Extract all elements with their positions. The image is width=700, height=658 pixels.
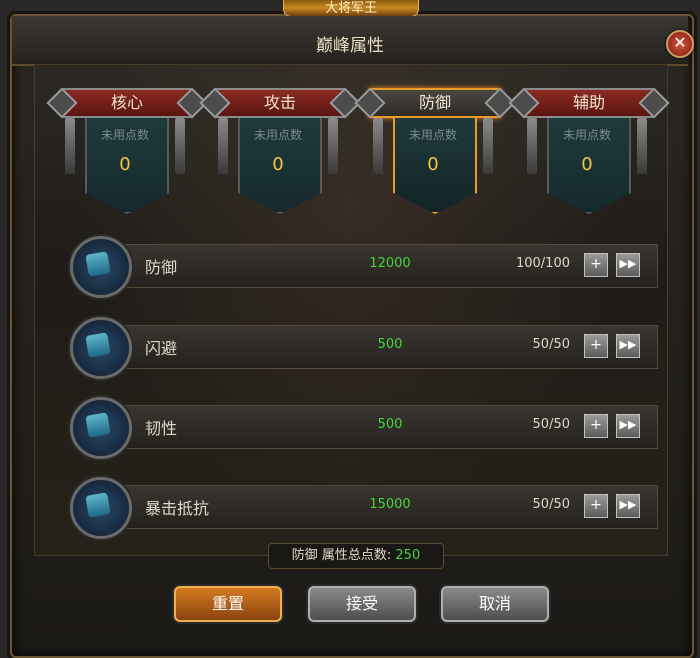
- unused-points-count: 0: [272, 154, 284, 175]
- cancel-button[interactable]: 取消: [441, 586, 549, 622]
- crest-text: 大将军王: [324, 1, 377, 16]
- tassel-left: [527, 118, 537, 174]
- tab-label: 辅助: [523, 88, 655, 118]
- total-points: 防御 属性总点数: 250: [268, 543, 444, 569]
- rune-glyph: [85, 412, 111, 438]
- unused-points-label: 未用点数: [408, 128, 457, 142]
- add-point-button[interactable]: +: [584, 414, 608, 438]
- crit-resist-rune-icon: [70, 477, 132, 539]
- tab-attack[interactable]: 攻击 未用点数 0: [208, 88, 348, 228]
- attribute-name: 暴击抵抗: [145, 499, 210, 518]
- add-point-button[interactable]: +: [584, 494, 608, 518]
- attribute-row-crit-resist: 暴击抵抗 15000 50/50 + ▶▶: [60, 477, 658, 539]
- attribute-level: 100/100: [515, 256, 570, 271]
- dodge-rune-icon: [70, 317, 132, 379]
- title-bar: 巅峰属性: [12, 16, 688, 66]
- tab-label: 防御: [369, 88, 501, 118]
- tassel-left: [373, 118, 383, 174]
- attribute-value: 500: [377, 337, 403, 352]
- rune-glyph: [85, 492, 111, 518]
- unused-points-count: 0: [581, 154, 593, 175]
- attribute-level: 50/50: [532, 497, 570, 512]
- unused-points-label: 未用点数: [253, 128, 302, 142]
- attribute-level: 50/50: [532, 417, 570, 432]
- attribute-row-tenacity: 韧性 500 50/50 + ▶▶: [60, 397, 658, 459]
- tab-support[interactable]: 辅助 未用点数 0: [517, 88, 657, 228]
- tab-core[interactable]: 核心 未用点数 0: [55, 88, 195, 228]
- tab-label: 攻击: [214, 88, 346, 118]
- max-points-button[interactable]: ▶▶: [616, 253, 640, 277]
- reset-button[interactable]: 重置: [174, 586, 282, 622]
- attribute-value: 12000: [369, 256, 411, 271]
- unused-points-count: 0: [119, 154, 131, 175]
- close-button[interactable]: ✕: [666, 30, 694, 58]
- tassel-right: [637, 118, 647, 174]
- dialog-title: 巅峰属性: [316, 36, 384, 56]
- tassel-right: [483, 118, 493, 174]
- unused-points-label: 未用点数: [100, 128, 149, 142]
- tenacity-rune-icon: [70, 397, 132, 459]
- tab-defense[interactable]: 防御 未用点数 0: [363, 88, 503, 228]
- total-points-value: 250: [395, 548, 421, 563]
- unused-points-count: 0: [427, 154, 439, 175]
- max-points-button[interactable]: ▶▶: [616, 334, 640, 358]
- tab-label: 核心: [61, 88, 193, 118]
- title-crest: 大将军王: [283, 0, 419, 17]
- tassel-right: [328, 118, 338, 174]
- accept-button[interactable]: 接受: [308, 586, 416, 622]
- attribute-name: 韧性: [145, 419, 178, 438]
- attribute-row-defense: 防御 12000 100/100 + ▶▶: [60, 236, 658, 298]
- attribute-value: 15000: [369, 497, 411, 512]
- add-point-button[interactable]: +: [584, 253, 608, 277]
- add-point-button[interactable]: +: [584, 334, 608, 358]
- tassel-left: [218, 118, 228, 174]
- tassel-right: [175, 118, 185, 174]
- attribute-row-dodge: 闪避 500 50/50 + ▶▶: [60, 317, 658, 379]
- attribute-name: 闪避: [145, 339, 178, 358]
- attribute-value: 500: [377, 417, 403, 432]
- attribute-name: 防御: [145, 258, 178, 277]
- tassel-left: [65, 118, 75, 174]
- rune-glyph: [85, 251, 111, 277]
- defense-rune-icon: [70, 236, 132, 298]
- attribute-level: 50/50: [532, 337, 570, 352]
- rune-glyph: [85, 332, 111, 358]
- total-points-label: 防御 属性总点数:: [291, 548, 392, 563]
- max-points-button[interactable]: ▶▶: [616, 494, 640, 518]
- unused-points-label: 未用点数: [562, 128, 611, 142]
- max-points-button[interactable]: ▶▶: [616, 414, 640, 438]
